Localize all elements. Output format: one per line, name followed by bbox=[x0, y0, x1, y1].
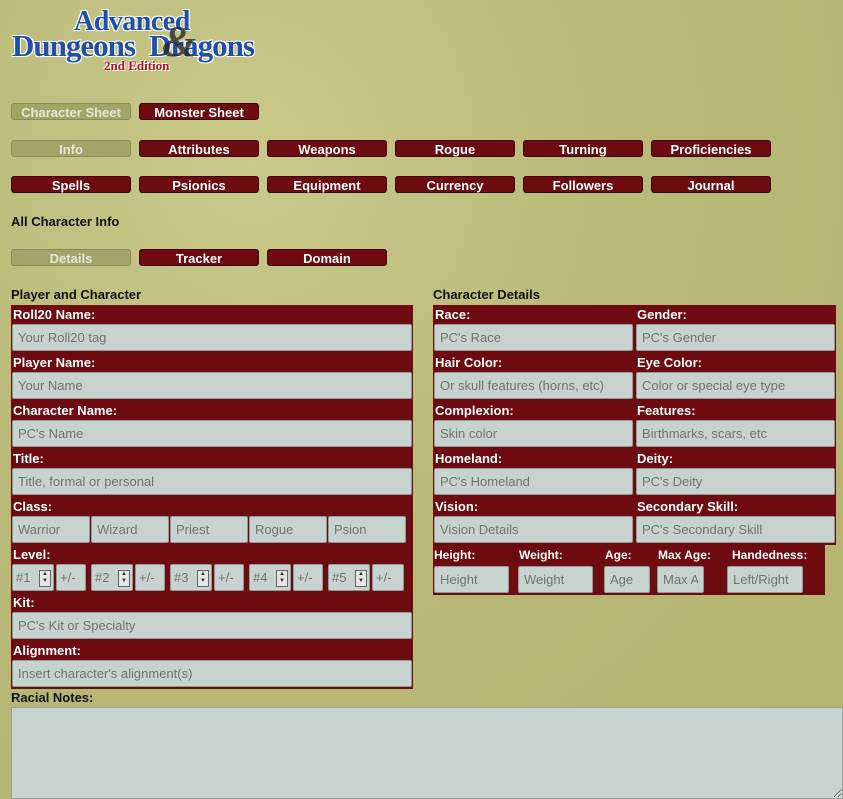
tab-rogue[interactable]: Rogue bbox=[395, 140, 515, 157]
tab-proficiencies[interactable]: Proficiencies bbox=[651, 140, 771, 157]
vision-input[interactable] bbox=[434, 516, 633, 543]
tab-spells[interactable]: Spells bbox=[11, 176, 131, 193]
level-4-input[interactable]: #4 ▲ ▼ bbox=[249, 564, 291, 591]
details-section-title: Character Details bbox=[433, 287, 540, 302]
details-panel: Race: Gender: Hair Color: Eye Color: Com… bbox=[433, 305, 836, 545]
age-label: Age: bbox=[605, 548, 632, 562]
level-3-mod-input[interactable]: +/- bbox=[214, 564, 244, 591]
tab-weapons[interactable]: Weapons bbox=[267, 140, 387, 157]
complexion-label: Complexion: bbox=[435, 403, 514, 418]
weight-label: Weight: bbox=[519, 548, 563, 562]
tab-tracker[interactable]: Tracker bbox=[139, 249, 259, 266]
height-input[interactable] bbox=[434, 566, 509, 593]
spinner-icon[interactable]: ▲ ▼ bbox=[276, 570, 288, 587]
level-1-input[interactable]: #1 ▲ ▼ bbox=[12, 564, 54, 591]
class-input-psion[interactable] bbox=[328, 516, 406, 543]
kit-input[interactable] bbox=[12, 612, 412, 639]
level-3-input[interactable]: #3 ▲ ▼ bbox=[170, 564, 212, 591]
tab-info[interactable]: Info bbox=[11, 140, 131, 157]
max-age-label: Max Age: bbox=[658, 548, 711, 562]
class-input-priest[interactable] bbox=[170, 516, 248, 543]
class-input-wizard[interactable] bbox=[91, 516, 169, 543]
kit-label: Kit: bbox=[13, 595, 35, 610]
roll20-name-label: Roll20 Name: bbox=[13, 307, 96, 322]
age-input[interactable] bbox=[604, 566, 650, 593]
vision-label: Vision: bbox=[435, 499, 479, 514]
max-age-input[interactable] bbox=[657, 566, 704, 593]
adnd-logo: Advanced Dungeons Dragons & 2nd Edition bbox=[12, 6, 274, 78]
spinner-icon[interactable]: ▲ ▼ bbox=[355, 570, 367, 587]
tab-psionics[interactable]: Psionics bbox=[139, 176, 259, 193]
level-4-mod-input[interactable]: +/- bbox=[293, 564, 323, 591]
height-label: Height: bbox=[434, 548, 476, 562]
eye-color-input[interactable] bbox=[636, 372, 835, 399]
secondary-skill-input[interactable] bbox=[636, 516, 835, 543]
tab-journal[interactable]: Journal bbox=[651, 176, 771, 193]
complexion-input[interactable] bbox=[434, 420, 633, 447]
hair-color-label: Hair Color: bbox=[435, 355, 503, 370]
tab-character-sheet[interactable]: Character Sheet bbox=[11, 103, 131, 120]
physical-panel: Height: Weight: Age: Max Age: Handedness… bbox=[433, 545, 825, 595]
level-1-placeholder: #1 bbox=[16, 570, 31, 585]
gender-input[interactable] bbox=[636, 324, 835, 351]
deity-label: Deity: bbox=[637, 451, 674, 466]
player-section-title: Player and Character bbox=[11, 287, 142, 302]
alignment-input[interactable] bbox=[12, 660, 412, 687]
homeland-input[interactable] bbox=[434, 468, 633, 495]
level-2-input[interactable]: #2 ▲ ▼ bbox=[91, 564, 133, 591]
eye-color-label: Eye Color: bbox=[637, 355, 703, 370]
level-5-placeholder: #5 bbox=[332, 570, 347, 585]
character-name-label: Character Name: bbox=[13, 403, 118, 418]
title-label: Title: bbox=[13, 451, 44, 466]
racial-notes-label: Racial Notes: bbox=[11, 690, 94, 705]
tab-domain[interactable]: Domain bbox=[267, 249, 387, 266]
level-2-placeholder: #2 bbox=[95, 570, 110, 585]
level-5-input[interactable]: #5 ▲ ▼ bbox=[328, 564, 370, 591]
tab-currency[interactable]: Currency bbox=[395, 176, 515, 193]
spinner-icon[interactable]: ▲ ▼ bbox=[197, 570, 209, 587]
level-2-mod-input[interactable]: +/- bbox=[135, 564, 165, 591]
alignment-label: Alignment: bbox=[13, 643, 81, 658]
features-label: Features: bbox=[637, 403, 696, 418]
player-panel: Roll20 Name: Player Name: Character Name… bbox=[11, 305, 413, 689]
logo-edition: 2nd Edition bbox=[104, 58, 170, 73]
section-title: All Character Info bbox=[11, 214, 120, 229]
race-input[interactable] bbox=[434, 324, 633, 351]
level-label: Level: bbox=[13, 547, 51, 562]
handedness-input[interactable] bbox=[727, 566, 803, 593]
tab-turning[interactable]: Turning bbox=[523, 140, 643, 157]
level-3-placeholder: #3 bbox=[174, 570, 189, 585]
level-5-mod-input[interactable]: +/- bbox=[372, 564, 404, 591]
class-input-rogue[interactable] bbox=[249, 516, 327, 543]
handedness-label: Handedness: bbox=[732, 548, 808, 562]
roll20-name-input[interactable] bbox=[12, 324, 412, 351]
racial-notes-textarea[interactable] bbox=[11, 707, 843, 799]
race-label: Race: bbox=[435, 307, 471, 322]
tab-details[interactable]: Details bbox=[11, 249, 131, 266]
homeland-label: Homeland: bbox=[435, 451, 503, 466]
tab-followers[interactable]: Followers bbox=[523, 176, 643, 193]
level-4-placeholder: #4 bbox=[253, 570, 268, 585]
level-1-mod-input[interactable]: +/- bbox=[56, 564, 86, 591]
tab-equipment[interactable]: Equipment bbox=[267, 176, 387, 193]
gender-label: Gender: bbox=[637, 307, 687, 322]
player-name-input[interactable] bbox=[12, 372, 412, 399]
spinner-icon[interactable]: ▲ ▼ bbox=[39, 570, 51, 587]
tab-monster-sheet[interactable]: Monster Sheet bbox=[139, 103, 259, 120]
deity-input[interactable] bbox=[636, 468, 835, 495]
features-input[interactable] bbox=[636, 420, 835, 447]
class-label: Class: bbox=[13, 499, 53, 514]
class-input-warrior[interactable] bbox=[12, 516, 90, 543]
title-input[interactable] bbox=[12, 468, 412, 495]
secondary-skill-label: Secondary Skill: bbox=[637, 499, 739, 514]
tab-attributes[interactable]: Attributes bbox=[139, 140, 259, 157]
character-name-input[interactable] bbox=[12, 420, 412, 447]
spinner-icon[interactable]: ▲ ▼ bbox=[118, 570, 130, 587]
player-name-label: Player Name: bbox=[13, 355, 96, 370]
weight-input[interactable] bbox=[518, 566, 593, 593]
hair-color-input[interactable] bbox=[434, 372, 633, 399]
